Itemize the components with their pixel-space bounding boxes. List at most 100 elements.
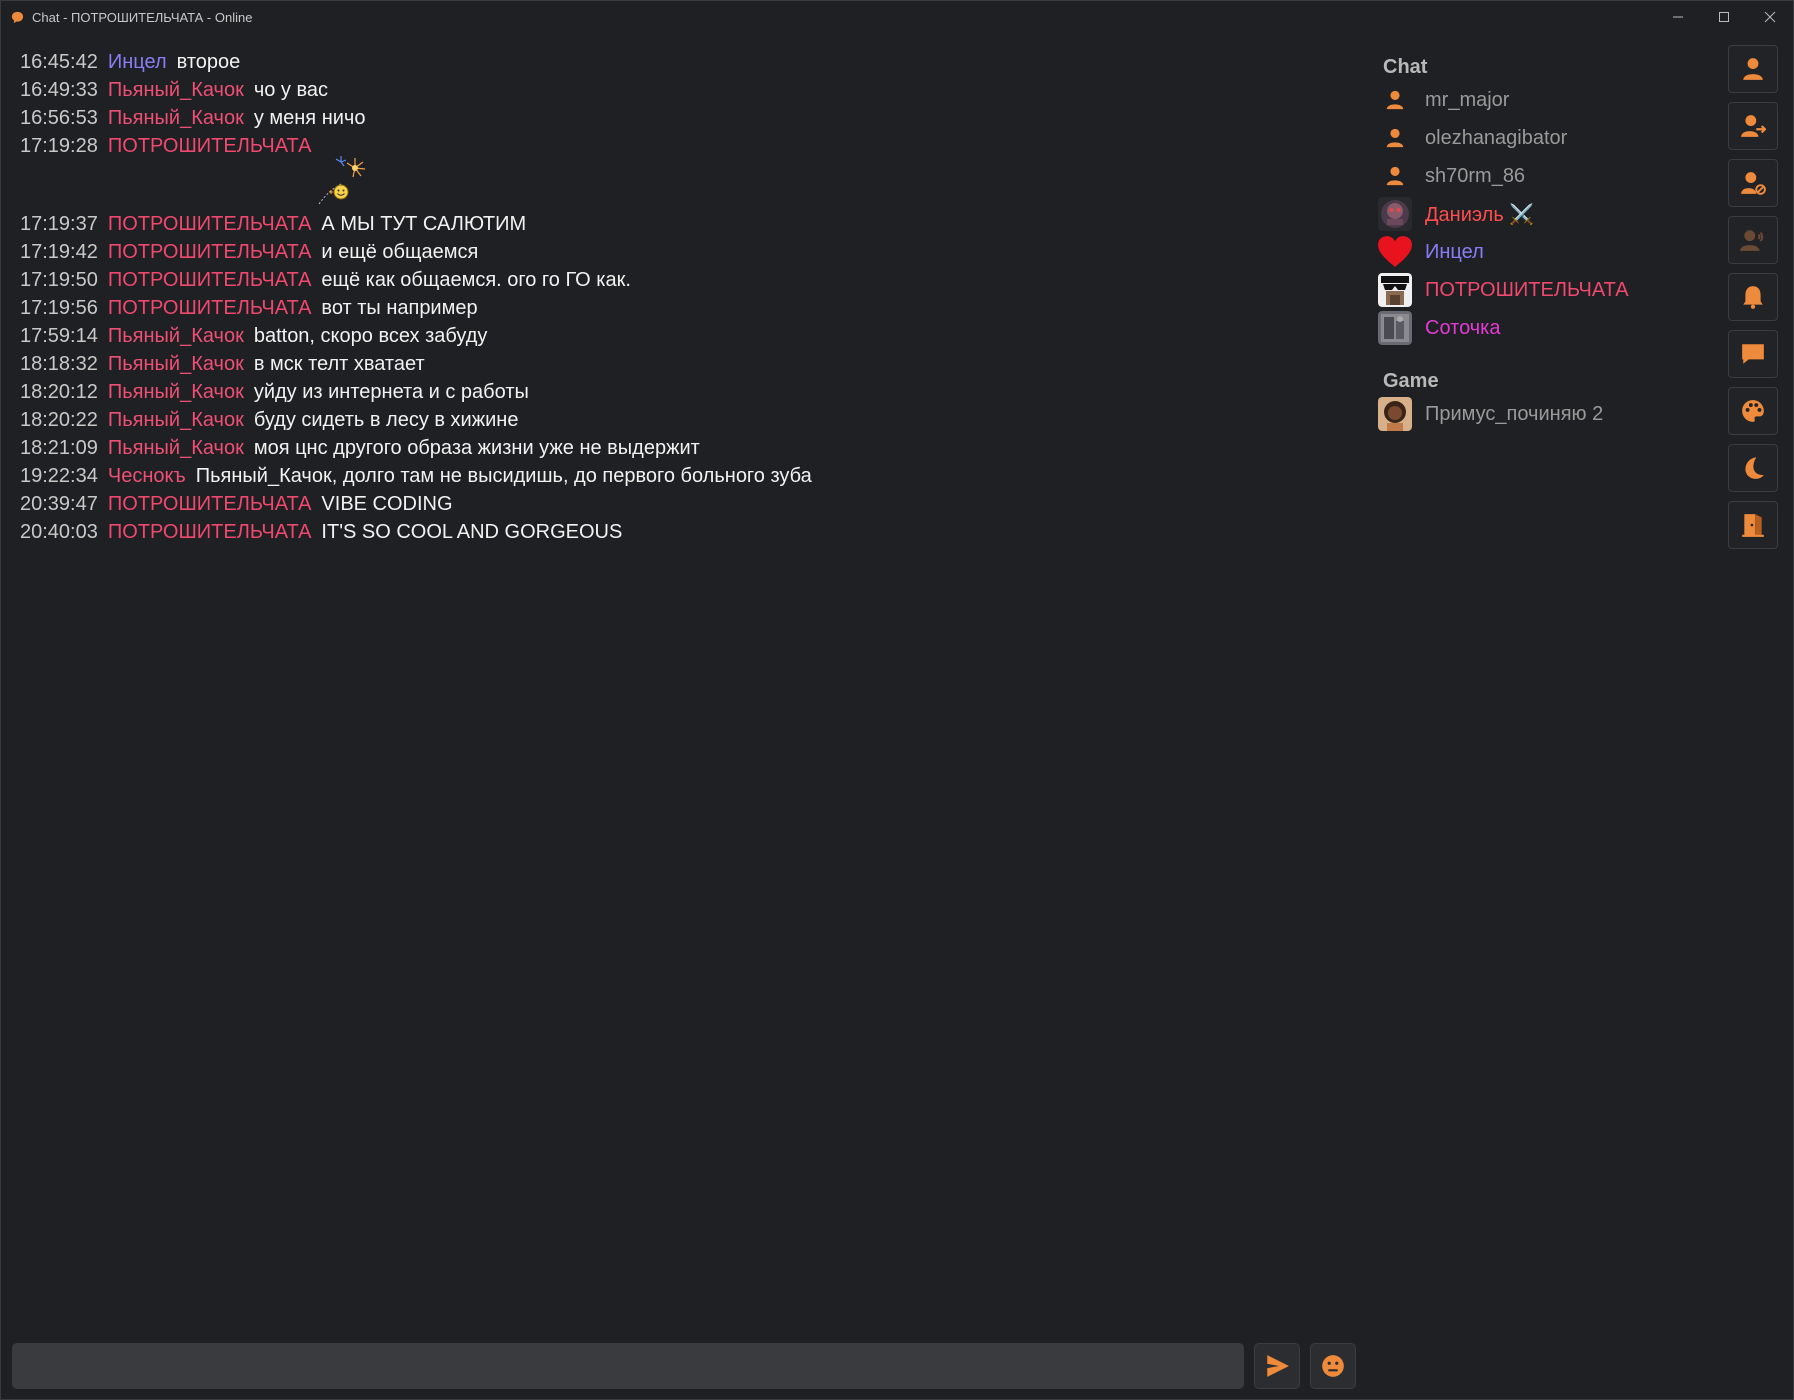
chat-message: 20:40:03 ПОТРОШИТЕЛЬЧАТА IT'S SO COOL AN… (20, 518, 1350, 546)
message-text: у меня ничо (253, 107, 366, 129)
user-list-item[interactable]: olezhanagibator (1377, 119, 1697, 157)
emoji-face-icon (1322, 1355, 1344, 1377)
add-user-button[interactable] (1728, 102, 1778, 150)
message-author[interactable]: Пьяный_Качок (108, 104, 244, 132)
chat-message: 18:21:09 Пьяный_Качок моя цнс другого об… (20, 434, 1350, 462)
user-list-item[interactable]: ПОТРОШИТЕЛЬЧАТА (1377, 271, 1697, 309)
portrait-avatar (1377, 396, 1413, 432)
message-text: и ещё общаемся (321, 241, 479, 263)
message-author[interactable]: Пьяный_Качок (108, 406, 244, 434)
message-author[interactable]: ПОТРОШИТЕЛЬЧАТА (108, 518, 312, 546)
minimize-button[interactable] (1655, 1, 1701, 33)
message-text: ещё как общаемся. ого го ГО как. (321, 269, 631, 291)
person-icon (1377, 120, 1413, 156)
message-author[interactable]: ПОТРОШИТЕЛЬЧАТА (108, 132, 312, 160)
chat-bubble-icon (1742, 344, 1764, 364)
message-time: 18:21:09 (20, 437, 98, 459)
chat-message: 16:49:33 Пьяный_Качок чо у вас (20, 76, 1350, 104)
send-icon (1267, 1355, 1289, 1377)
message-time: 19:22:34 (20, 465, 98, 487)
message-author[interactable]: Пьяный_Качок (108, 76, 244, 104)
sunglasses-avatar (1377, 272, 1413, 308)
maximize-button[interactable] (1701, 1, 1747, 33)
user-name: ПОТРОШИТЕЛЬЧАТА (1425, 278, 1629, 301)
message-author[interactable]: ПОТРОШИТЕЛЬЧАТА (108, 294, 312, 322)
message-author[interactable]: ПОТРОШИТЕЛЬЧАТА (108, 210, 312, 238)
message-time: 18:18:32 (20, 353, 98, 375)
emoji-button[interactable] (1310, 1343, 1356, 1389)
user-list-item[interactable]: Даниэль ⚔️ (1377, 195, 1697, 233)
chat-message: 20:39:47 ПОТРОШИТЕЛЬЧАТА VIBE CODING (20, 490, 1350, 518)
heart-avatar (1377, 234, 1413, 270)
message-time: 18:20:22 (20, 409, 98, 431)
dark-mode-button[interactable] (1728, 444, 1778, 492)
user-name: olezhanagibator (1425, 126, 1568, 149)
mask-avatar (1377, 196, 1413, 232)
message-text: буду сидеть в лесу в хижине (253, 409, 519, 431)
profile-button[interactable] (1728, 45, 1778, 93)
message-author[interactable]: Инцел (108, 48, 167, 76)
user-name: sh70rm_86 (1425, 164, 1526, 187)
chat-message: 17:19:42 ПОТРОШИТЕЛЬЧАТА и ещё общаемся (20, 238, 1350, 266)
voice-button[interactable] (1728, 216, 1778, 264)
message-text: вот ты например (321, 297, 478, 319)
message-time: 16:45:42 (20, 51, 98, 73)
title-bar: Chat - ПОТРОШИТЕЛЬЧАТА - Online (1, 1, 1793, 33)
window-controls (1655, 1, 1793, 33)
theme-palette-button[interactable] (1728, 387, 1778, 435)
chat-message: 18:20:22 Пьяный_Качок буду сидеть в лесу… (20, 406, 1350, 434)
message-text: IT'S SO COOL AND GORGEOUS (321, 521, 623, 543)
photo-avatar (1377, 310, 1413, 346)
close-button[interactable] (1747, 1, 1793, 33)
user-name: mr_major (1425, 88, 1510, 111)
chat-log[interactable]: 16:45:42 Инцел второе 16:49:33 Пьяный_Ка… (20, 48, 1350, 546)
user-name: Соточка (1425, 316, 1501, 339)
user-list-item[interactable]: mr_major (1377, 81, 1697, 119)
message-text: чо у вас (253, 79, 329, 101)
exit-button[interactable] (1728, 501, 1778, 549)
message-author[interactable]: Пьяный_Качок (108, 434, 244, 462)
user-list-item[interactable]: sh70rm_86 (1377, 157, 1697, 195)
send-button[interactable] (1254, 1343, 1300, 1389)
message-time: 16:56:53 (20, 107, 98, 129)
moon-icon (1745, 457, 1764, 479)
message-time: 16:49:33 (20, 79, 98, 101)
message-author[interactable]: ПОТРОШИТЕЛЬЧАТА (108, 238, 312, 266)
message-text: в мск телт хватает (253, 353, 425, 375)
user-name: Инцел (1425, 240, 1484, 263)
chat-message: 17:59:14 Пьяный_Качок batton, скоро всех… (20, 322, 1350, 350)
message-author[interactable]: Пьяный_Качок (108, 350, 244, 378)
palette-icon (1742, 400, 1764, 422)
chat-bubble-app-icon (11, 11, 24, 23)
user-list-item[interactable]: Инцел (1377, 233, 1697, 271)
message-time: 17:19:42 (20, 241, 98, 263)
side-toolbar (1728, 45, 1778, 558)
user-list-item[interactable]: Соточка (1377, 309, 1697, 347)
message-author[interactable]: ПОТРОШИТЕЛЬЧАТА (108, 490, 312, 518)
message-author[interactable]: Пьяный_Качок (108, 378, 244, 406)
game-section-title: Game (1383, 370, 1439, 392)
message-author[interactable]: Чеснокъ (108, 462, 186, 490)
message-input[interactable] (12, 1343, 1244, 1389)
window-title: Chat - ПОТРОШИТЕЛЬЧАТА - Online (32, 9, 253, 25)
exit-door-icon (1742, 514, 1764, 537)
messages-button[interactable] (1728, 330, 1778, 378)
chat-message: 19:22:34 Чеснокъ Пьяный_Качок, долго там… (20, 462, 1350, 490)
chat-message: 17:19:50 ПОТРОШИТЕЛЬЧАТА ещё как общаемс… (20, 266, 1350, 294)
user-list-item[interactable]: Примус_починяю 2 (1377, 395, 1697, 433)
message-time: 17:59:14 (20, 325, 98, 347)
notifications-button[interactable] (1728, 273, 1778, 321)
message-author[interactable]: ПОТРОШИТЕЛЬЧАТА (108, 266, 312, 294)
block-user-icon (1741, 172, 1766, 195)
message-time: 17:19:28 (20, 135, 98, 157)
message-text: Пьяный_Качок, долго там не высидишь, до … (195, 465, 812, 487)
chat-message: 17:19:56 ПОТРОШИТЕЛЬЧАТА вот ты например (20, 294, 1350, 322)
maximize-icon (1719, 12, 1729, 22)
person-icon (1377, 82, 1413, 118)
chat-message: 18:20:12 Пьяный_Качок уйду из интернета … (20, 378, 1350, 406)
person-icon (1377, 158, 1413, 194)
block-user-button[interactable] (1728, 159, 1778, 207)
message-text: второе (176, 51, 241, 73)
message-author[interactable]: Пьяный_Качок (108, 322, 244, 350)
